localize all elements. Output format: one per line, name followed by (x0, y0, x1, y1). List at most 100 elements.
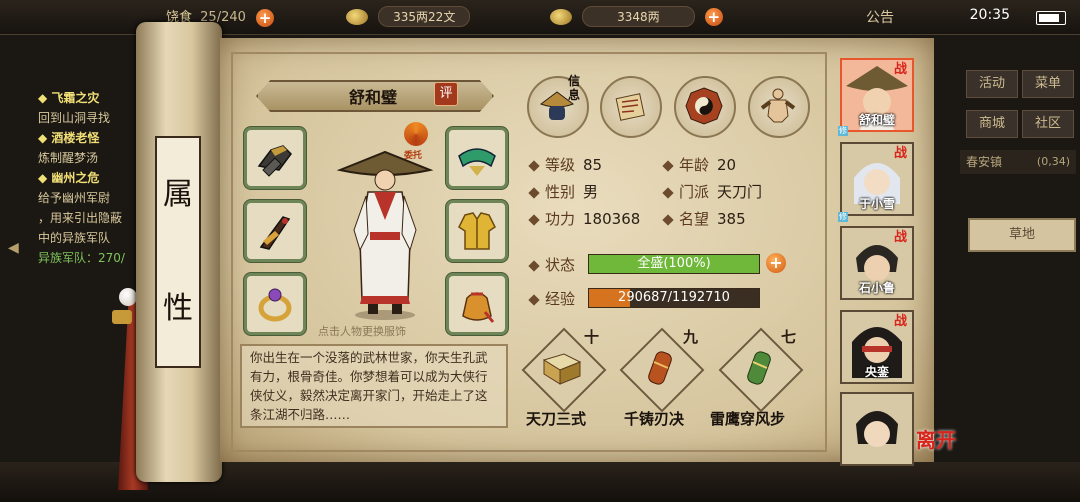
leave-button[interactable]: 离开 (916, 424, 956, 453)
gauntlet-icon (257, 145, 292, 177)
copper-value: 335两22文 (378, 6, 471, 27)
clock: 20:35 (969, 7, 1010, 23)
battle-tag: 战 (894, 146, 908, 161)
restore-status-button[interactable]: + (766, 253, 786, 273)
bagua-icon (685, 87, 723, 125)
stat-key: 名望 (679, 210, 710, 228)
swap-icon[interactable] (404, 122, 428, 146)
avatar (856, 411, 898, 447)
bullet-diamond (528, 293, 540, 306)
stat-value: 20 (717, 156, 737, 174)
shop-button[interactable]: 商城 (966, 110, 1018, 138)
skill-name: 雷鹰穿风步 (710, 410, 786, 428)
equip-slot-armor[interactable] (446, 200, 508, 262)
bullet-diamond (662, 159, 674, 172)
menu-button[interactable]: 菜单 (1022, 70, 1074, 98)
party-member-portrait[interactable] (840, 392, 914, 466)
stat-level: 等级 85 (528, 154, 603, 175)
equip-slot-accessory[interactable] (446, 273, 508, 335)
level-up-icon: 修 (838, 212, 848, 222)
tassel-ring (112, 310, 132, 324)
coin-icon (346, 8, 368, 25)
stat-key: 等级 (545, 156, 576, 174)
silver-value: 3348两 (582, 6, 695, 27)
status-label-row: 状态 (528, 254, 583, 275)
equip-slot-gloves[interactable] (244, 127, 306, 189)
right-menu-panel: 活动 菜单 商城 社区 (0,34) 春安镇 草地 (944, 58, 1080, 318)
battle-tag: 战 (894, 314, 908, 329)
scroll-roll-icon (648, 351, 672, 385)
bullet-diamond (528, 186, 540, 199)
headband-icon (458, 148, 496, 176)
jade-scroll-icon (747, 351, 771, 385)
community-button[interactable]: 社区 (1022, 110, 1074, 138)
stat-value: 180368 (583, 210, 641, 228)
skill-name: 天刀三式 (526, 410, 587, 428)
scroll-label-char: 属 (163, 177, 193, 212)
notice-button[interactable]: 公告 (866, 7, 894, 27)
skill-level: 七 (781, 328, 797, 346)
stat-value: 天刀门 (717, 183, 763, 201)
rate-button[interactable]: 评 (434, 82, 458, 106)
body-icon (760, 88, 796, 123)
stat-key: 年龄 (679, 156, 710, 174)
change-outfit-hint: 点击人物更换服饰 (318, 325, 406, 338)
stat-value: 385 (717, 210, 746, 228)
location-name: 春安镇 (966, 155, 1003, 169)
battle-tag: 战 (894, 62, 908, 77)
add-food-button[interactable]: + (256, 8, 275, 27)
tab-bagua[interactable] (674, 76, 736, 138)
stat-key: 经验 (545, 290, 576, 308)
battle-tag: 战 (894, 230, 908, 245)
tab-documents[interactable] (600, 76, 662, 138)
stat-key: 状态 (545, 256, 576, 274)
stat-key: 性别 (545, 183, 576, 201)
location-readout: (0,34) 春安镇 (960, 150, 1076, 174)
stat-sect: 门派 天刀门 (662, 181, 763, 202)
skill-level: 十 (584, 328, 600, 346)
scroll-title-label: 属 性 (155, 136, 201, 368)
collapse-arrow-icon[interactable]: ◀ (8, 240, 19, 256)
bullet-diamond (662, 186, 674, 199)
skill-level: 九 (683, 328, 699, 346)
character-bio: 你出生在一个没落的武林世家，你天生孔武有力，根骨奇佳。你梦想着可以成为大侠行侠仗… (240, 344, 508, 428)
ring-icon (258, 288, 292, 322)
scroll-label-char: 性 (163, 291, 193, 326)
bullet-diamond (528, 213, 540, 226)
bullet-diamond (528, 259, 540, 272)
pouch-icon (462, 292, 495, 323)
exp-bar: 290687/1192710 (588, 288, 760, 308)
party-member-name: 央銮 (864, 365, 889, 379)
equip-slot-headgear[interactable] (446, 127, 508, 189)
equip-slot-ring[interactable] (244, 273, 306, 335)
stat-gender: 性别男 (528, 181, 599, 202)
scroll-doc-icon (615, 93, 645, 121)
add-silver-button[interactable]: + (704, 7, 723, 26)
silver-counter: 3348两 + (550, 6, 723, 27)
terrain-label: 草地 (968, 218, 1076, 252)
skill-name: 千铸刃决 (624, 410, 685, 428)
copper-counter: 335两22文 (346, 6, 471, 27)
stat-age: 年龄 20 (662, 154, 737, 175)
character-figure[interactable] (330, 150, 440, 320)
level-up-icon: 修 (838, 126, 848, 136)
party-member-name: 石小鲁 (858, 281, 895, 295)
bullet-diamond (662, 213, 674, 226)
stat-value: 85 (583, 156, 603, 174)
exp-text: 290687/1192710 (618, 290, 730, 305)
activity-button[interactable]: 活动 (966, 70, 1018, 98)
party-member-name: 舒和璧 (858, 113, 895, 127)
status-bar: 全盛(100%) (588, 254, 760, 274)
party-member-name: 于小雪 (858, 197, 895, 211)
status-text: 全盛(100%) (637, 256, 711, 271)
tab-body[interactable] (748, 76, 810, 138)
stat-key: 门派 (679, 183, 710, 201)
stat-value: 男 (583, 183, 599, 201)
ingot-icon (550, 8, 572, 25)
exp-label-row: 经验 (528, 288, 583, 309)
battery-icon (1036, 11, 1066, 25)
stat-power: 功力 180368 (528, 208, 641, 229)
coordinates: (0,34) (1036, 155, 1070, 168)
equip-slot-weapon[interactable] (244, 200, 306, 262)
manual-icon (542, 353, 582, 385)
